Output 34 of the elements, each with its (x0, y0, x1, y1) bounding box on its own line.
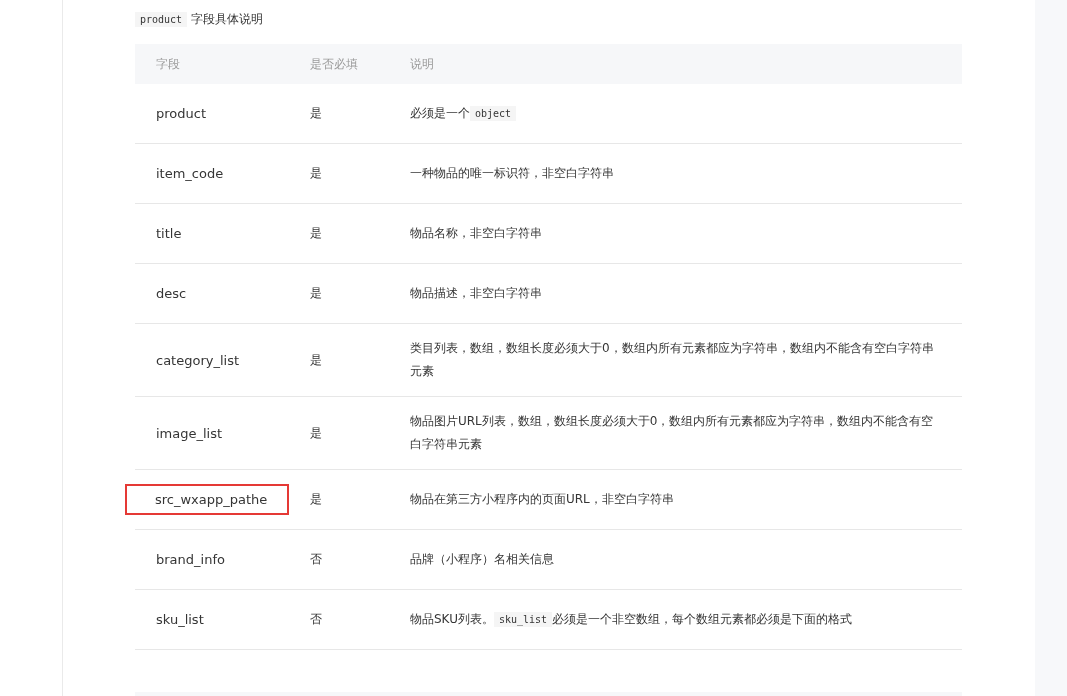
section-caption: 字段具体说明 (191, 10, 264, 28)
column-header: 字段 (155, 55, 181, 73)
field-name: title (156, 225, 182, 243)
field-name: item_code (156, 165, 224, 183)
description-cell-text: 类目列表，数组，数组长度必须大于0，数组内所有元素都应为字符串，数组内不能含有空白字符串元素 (409, 340, 935, 380)
description-cell-text: 物品描述，非空白字符串 (409, 285, 543, 302)
description-cell-text: 一种物品的唯一标识符，非空白字符串 (409, 165, 615, 182)
required-cell-text: 是 (309, 285, 323, 302)
required-cell-text: 是 (309, 105, 323, 122)
required-cell-text: 是 (309, 491, 323, 508)
description-cell: 必须是一个 object (385, 89, 962, 138)
field-name: category_list (156, 351, 240, 370)
field-name: sku_list (156, 611, 204, 629)
description-cell-text: 物品在第三方小程序内的页面URL，非空白字符串 (409, 491, 675, 508)
required-cell-text: 否 (309, 611, 323, 628)
field-name: desc (156, 285, 187, 303)
required-cell-text: 是 (309, 225, 323, 242)
required-cell-text: 是 (309, 165, 323, 182)
column-header: 说明 (409, 55, 435, 73)
description-cell-text: 物品名称，非空白字符串 (409, 225, 543, 242)
required-cell-text: 是 (309, 424, 323, 442)
field-name: product (156, 105, 206, 123)
inline-code: sku_list (493, 612, 553, 627)
required-cell-text: 否 (309, 551, 323, 568)
inline-code: object (470, 106, 517, 121)
description-cell-text: 物品SKU列表。 sku_list 必须是一个非空数组，每个数组元素都必须是下面的格式 (409, 611, 854, 629)
description-cell-text: 物品图片URL列表，数组，数组长度必须大于0，数组内所有元素都应为字符串，数组内不能含有空白字符串元素 (409, 413, 935, 453)
highlighted-field-name: src_wxapp_pathe (127, 486, 288, 513)
required-cell-text: 是 (309, 351, 323, 369)
field-name: brand_info (156, 551, 225, 569)
inline-code: product (135, 11, 188, 27)
field-name: image_list (156, 424, 223, 443)
description-cell-text: 品牌（小程序）名相关信息 (409, 551, 555, 568)
column-header: 是否必填 (309, 55, 359, 73)
